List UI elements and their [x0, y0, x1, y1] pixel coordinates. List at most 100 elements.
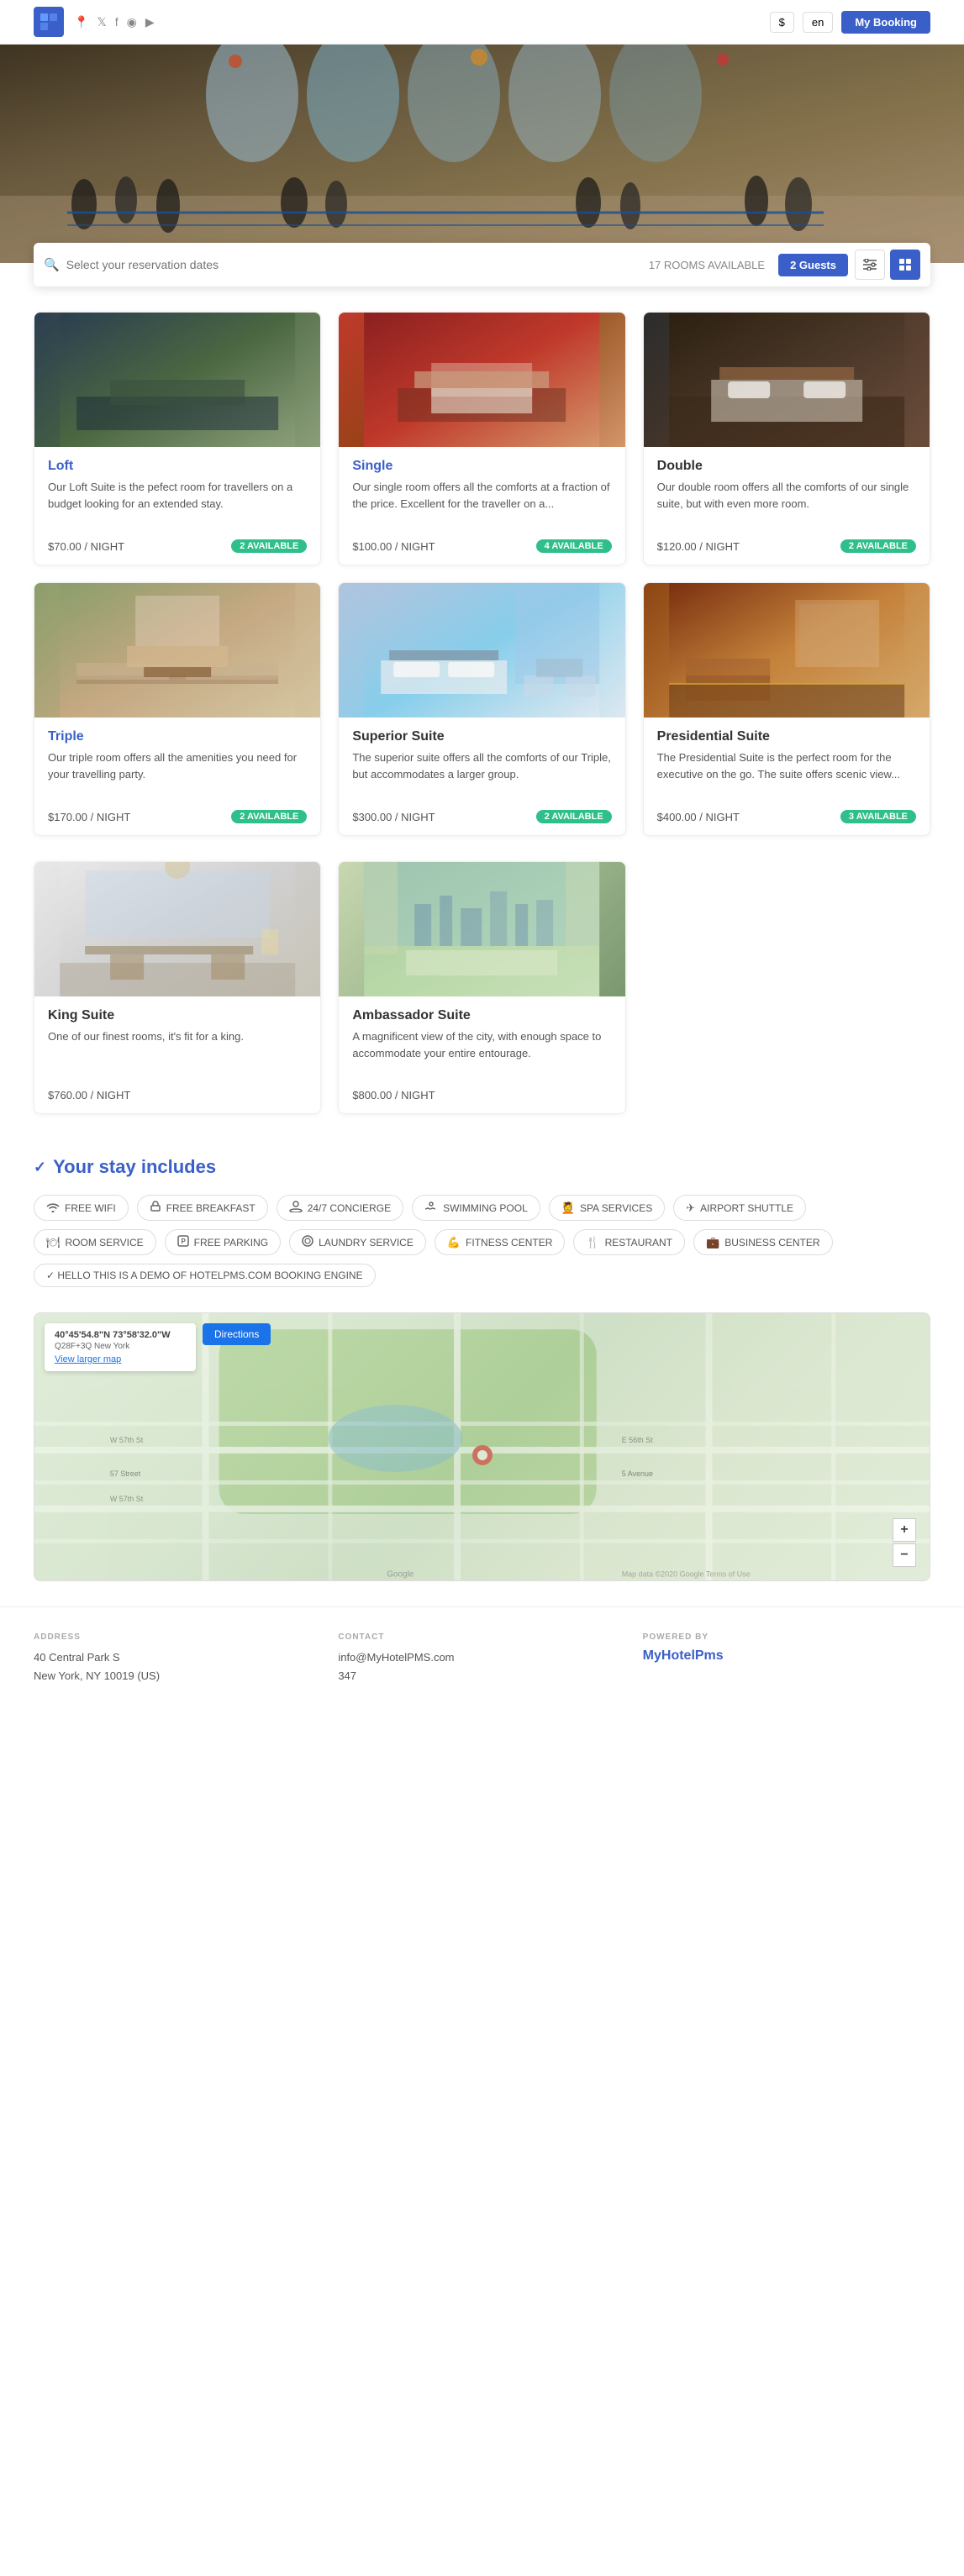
demo-notice-text: ✓ HELLO THIS IS A DEMO OF HOTELPMS.COM B… — [46, 1270, 363, 1281]
room-name: Triple — [48, 729, 307, 744]
map-view-larger-link[interactable]: View larger map — [55, 1354, 186, 1364]
room-card-superior[interactable]: Superior Suite The superior suite offers… — [338, 582, 625, 836]
room-price: $120.00 / NIGHT — [657, 540, 740, 553]
map-zoom-controls: + − — [893, 1518, 916, 1567]
top-bar-left: 📍 𝕏 f ◉ ▶ — [34, 7, 155, 37]
facebook-icon[interactable]: f — [115, 15, 119, 29]
svg-text:W 57th St: W 57th St — [110, 1495, 144, 1503]
room-description: One of our finest rooms, it's fit for a … — [48, 1028, 307, 1072]
room-description: A magnificent view of the city, with eno… — [352, 1028, 611, 1072]
wifi-icon — [46, 1201, 60, 1215]
amenity-wifi-label: FREE WIFI — [65, 1202, 116, 1214]
room-description: Our Loft Suite is the pefect room for tr… — [48, 479, 307, 523]
map-container[interactable]: W 57th St W 57th St 57 Street E 56th St … — [34, 1312, 930, 1581]
amenity-restaurant-label: RESTAURANT — [605, 1237, 672, 1249]
room-body: Loft Our Loft Suite is the pefect room f… — [34, 447, 320, 533]
twitter-icon[interactable]: 𝕏 — [97, 15, 106, 29]
instagram-icon[interactable]: ◉ — [127, 15, 137, 29]
language-button[interactable]: en — [803, 12, 833, 33]
footer-contact-section: CONTACT info@MyHotelPMS.com347 — [338, 1632, 625, 1685]
room-body: Single Our single room offers all the co… — [339, 447, 624, 533]
pool-icon — [424, 1201, 438, 1215]
room-description: Our double room offers all the comforts … — [657, 479, 916, 523]
hero-overlay — [0, 45, 964, 263]
room-availability: 2 AVAILABLE — [231, 810, 307, 823]
room-availability: 4 AVAILABLE — [536, 539, 612, 553]
room-availability: 3 AVAILABLE — [840, 810, 916, 823]
stay-title-text: Your stay includes — [53, 1156, 216, 1178]
contact-label: CONTACT — [338, 1632, 625, 1642]
filter-button[interactable] — [855, 250, 885, 280]
amenity-breakfast: FREE BREAKFAST — [137, 1195, 268, 1221]
search-input[interactable] — [66, 258, 649, 271]
room-card-single[interactable]: Single Our single room offers all the co… — [338, 312, 625, 565]
room-card-loft[interactable]: Loft Our Loft Suite is the pefect room f… — [34, 312, 321, 565]
my-booking-button[interactable]: My Booking — [841, 11, 930, 34]
room-image-ambassador — [339, 862, 624, 996]
amenity-fitness-label: FITNESS CENTER — [466, 1237, 552, 1249]
map-plus-code: Q28F+3Q New York — [55, 1342, 186, 1351]
room-name: Double — [657, 459, 916, 474]
amenity-concierge: 24/7 CONCIERGE — [277, 1195, 403, 1221]
concierge-icon — [289, 1201, 303, 1215]
rooms-grid: Loft Our Loft Suite is the pefect room f… — [0, 287, 964, 861]
amenity-room-service: 🍽 ROOM SERVICE — [34, 1229, 156, 1255]
amenity-pool: SWIMMING POOL — [412, 1195, 540, 1221]
stay-includes-title: ✓ Your stay includes — [34, 1156, 930, 1178]
room-footer: $760.00 / NIGHT — [34, 1082, 320, 1113]
grid-view-button[interactable] — [890, 250, 920, 280]
amenity-spa: 💆 SPA SERVICES — [549, 1195, 665, 1221]
room-card-ambassador[interactable]: Ambassador Suite A magnificent view of t… — [338, 861, 625, 1114]
guests-button[interactable]: 2 Guests — [778, 254, 848, 276]
map-placeholder: W 57th St W 57th St 57 Street E 56th St … — [34, 1313, 930, 1580]
room-body: Double Our double room offers all the co… — [644, 447, 930, 533]
room-footer: $100.00 / NIGHT 4 AVAILABLE — [339, 533, 624, 565]
social-pin-icon[interactable]: 📍 — [74, 15, 88, 29]
room-card-king[interactable]: King Suite One of our finest rooms, it's… — [34, 861, 321, 1114]
room-name: King Suite — [48, 1008, 307, 1023]
svg-text:P: P — [181, 1238, 186, 1245]
spa-icon: 💆 — [561, 1201, 575, 1215]
amenity-parking-label: FREE PARKING — [194, 1237, 268, 1249]
amenity-wifi: FREE WIFI — [34, 1195, 129, 1221]
room-service-icon: 🍽 — [46, 1236, 61, 1249]
logo — [34, 7, 64, 37]
room-image-loft — [34, 313, 320, 447]
footer-contact: info@MyHotelPMS.com347 — [338, 1648, 625, 1685]
room-description: Our triple room offers all the amenities… — [48, 749, 307, 793]
room-footer: $400.00 / NIGHT 3 AVAILABLE — [644, 803, 930, 835]
check-icon: ✓ — [34, 1159, 46, 1176]
amenity-spa-label: SPA SERVICES — [580, 1202, 652, 1214]
map-directions-button[interactable]: Directions — [203, 1323, 271, 1345]
room-price: $100.00 / NIGHT — [352, 540, 435, 553]
room-card-double[interactable]: Double Our double room offers all the co… — [643, 312, 930, 565]
map-zoom-out-button[interactable]: − — [893, 1543, 916, 1567]
search-icon: 🔍 — [44, 257, 60, 272]
parking-icon: P — [177, 1235, 189, 1249]
room-name: Ambassador Suite — [352, 1008, 611, 1023]
room-price: $70.00 / NIGHT — [48, 540, 124, 553]
breakfast-icon — [150, 1201, 161, 1215]
map-zoom-in-button[interactable]: + — [893, 1518, 916, 1542]
room-card-triple[interactable]: Triple Our triple room offers all the am… — [34, 582, 321, 836]
room-price: $170.00 / NIGHT — [48, 811, 130, 823]
room-name: Single — [352, 459, 611, 474]
room-image-single — [339, 313, 624, 447]
amenities-list: FREE WIFI FREE BREAKFAST 24/7 CONCIERGE … — [34, 1195, 930, 1287]
amenity-breakfast-label: FREE BREAKFAST — [166, 1202, 255, 1214]
room-image-presidential — [644, 583, 930, 718]
powered-brand-link[interactable]: MyHotelPms — [643, 1648, 930, 1664]
currency-button[interactable]: $ — [770, 12, 794, 33]
room-card-presidential[interactable]: Presidential Suite The Presidential Suit… — [643, 582, 930, 836]
amenity-business: 💼 BUSINESS CENTER — [693, 1229, 833, 1255]
amenity-shuttle-label: AIRPORT SHUTTLE — [700, 1202, 793, 1214]
social-icons: 📍 𝕏 f ◉ ▶ — [74, 15, 155, 29]
amenity-concierge-label: 24/7 CONCIERGE — [308, 1202, 391, 1214]
room-body: Superior Suite The superior suite offers… — [339, 718, 624, 803]
room-footer: $800.00 / NIGHT — [339, 1082, 624, 1113]
room-body: Presidential Suite The Presidential Suit… — [644, 718, 930, 803]
room-availability: 2 AVAILABLE — [840, 539, 916, 553]
restaurant-icon: 🍴 — [586, 1236, 599, 1249]
youtube-icon[interactable]: ▶ — [145, 15, 155, 29]
laundry-icon — [302, 1235, 313, 1249]
